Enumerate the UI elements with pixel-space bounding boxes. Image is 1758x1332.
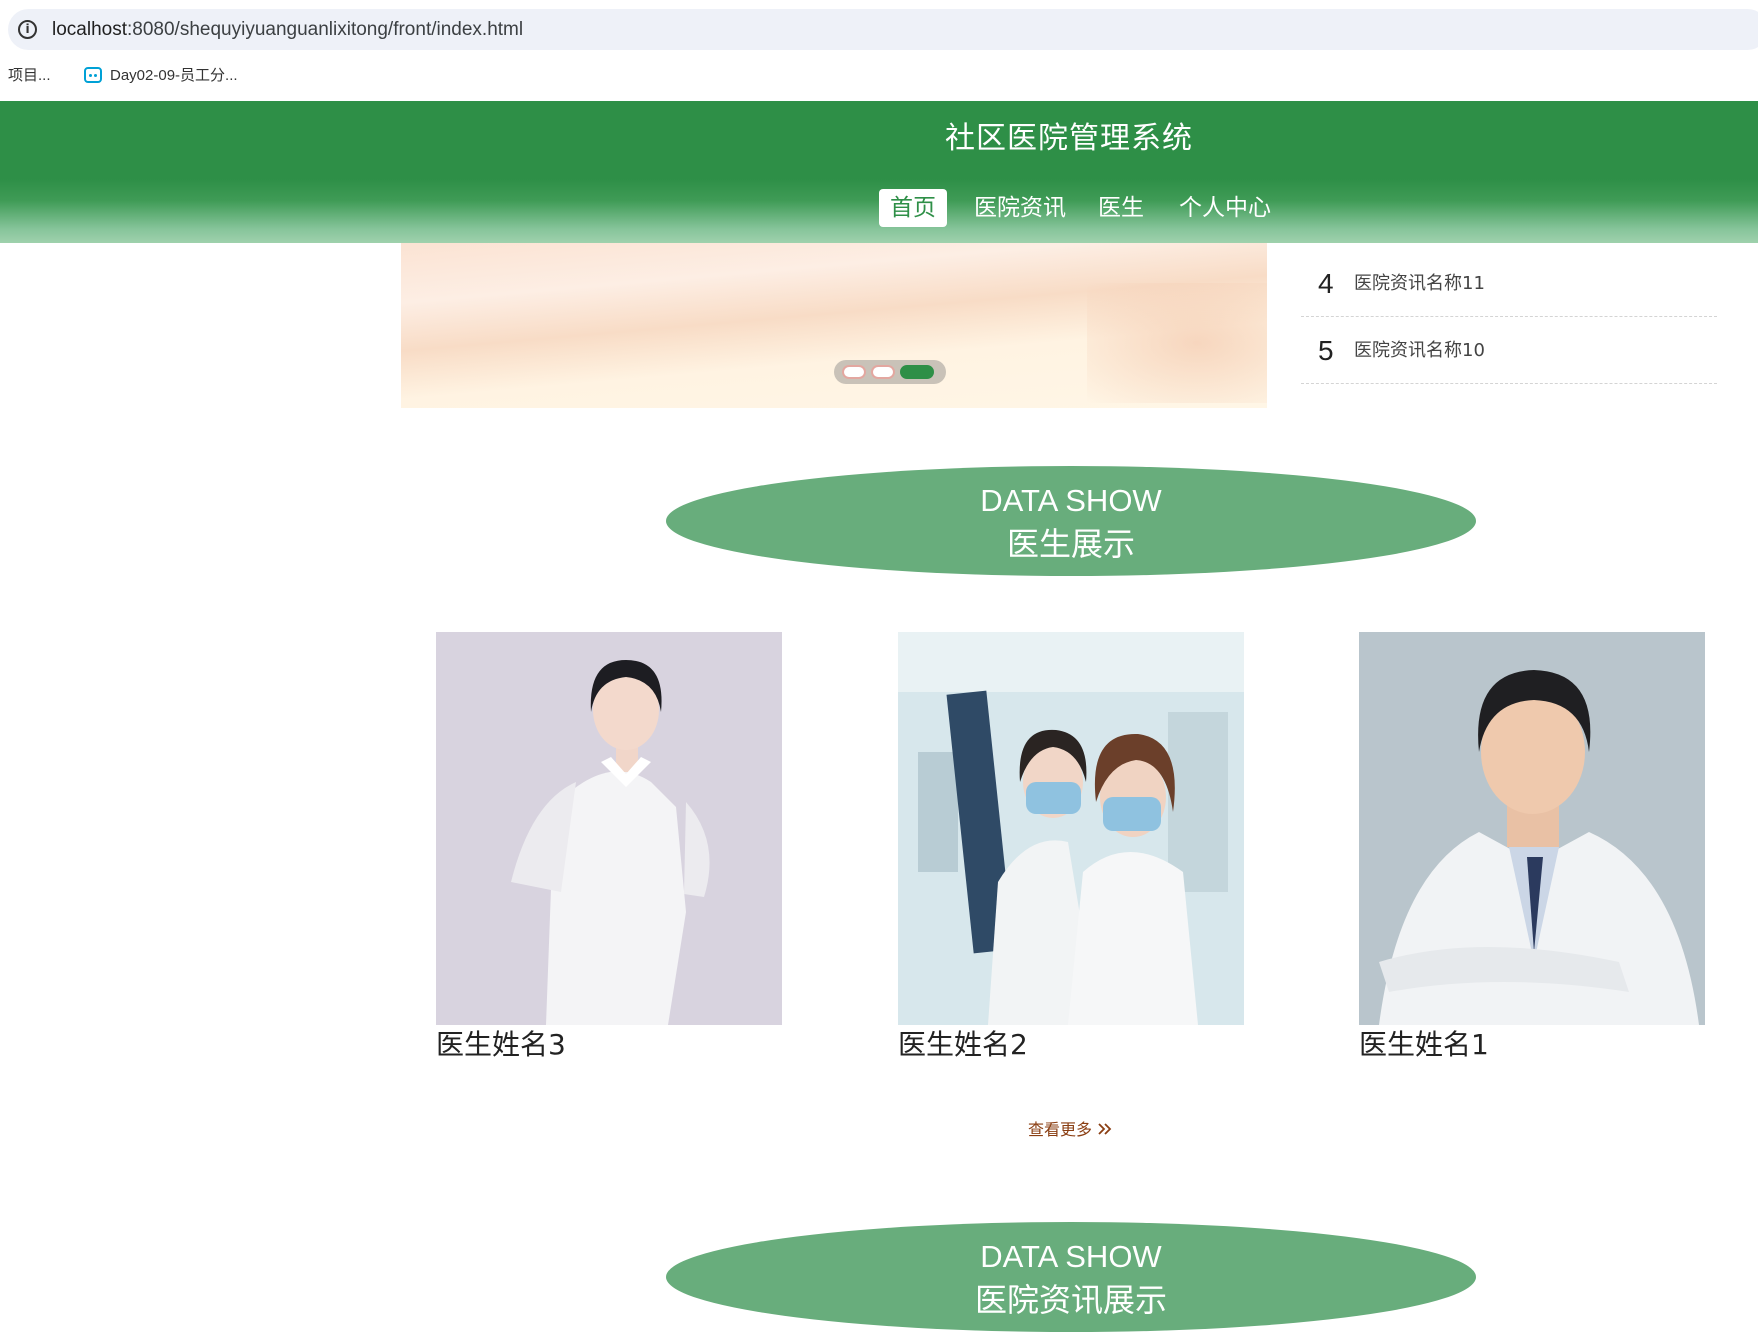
- doctor-photo-image: [436, 632, 782, 1025]
- news-list-item[interactable]: 4 医院资讯名称11: [1301, 250, 1717, 317]
- nav-news[interactable]: 医院资讯: [974, 189, 1066, 227]
- section-heading-cn: 医院资讯展示: [974, 1281, 1167, 1319]
- view-more-link[interactable]: 查看更多: [1028, 1119, 1113, 1141]
- carousel-dot[interactable]: [842, 365, 866, 379]
- doctor-card[interactable]: 医生姓名3: [436, 632, 782, 1063]
- url-path: :8080/shequyiyuanguanlixitong/front/inde…: [127, 19, 524, 40]
- address-bar[interactable]: i localhost:8080/shequyiyuanguanlixitong…: [8, 9, 1758, 50]
- info-icon[interactable]: i: [18, 20, 37, 39]
- news-section-heading: DATA SHOW 医院资讯展示: [666, 1222, 1476, 1332]
- browser-tab-strip: [0, 0, 1758, 8]
- doctor-card[interactable]: 医生姓名2: [898, 632, 1244, 1063]
- doctor-name[interactable]: 医生姓名3: [436, 1027, 782, 1063]
- doctor-name[interactable]: 医生姓名1: [1359, 1027, 1705, 1063]
- carousel-indicators: [834, 360, 946, 384]
- bookmark-label: 项目...: [8, 67, 51, 84]
- doctor-photo[interactable]: [436, 632, 782, 1025]
- nav-doctors[interactable]: 医生: [1098, 189, 1144, 227]
- section-heading-cn: 医生展示: [1006, 525, 1135, 563]
- doctor-photo-image: [898, 632, 1244, 1025]
- site-header: 社区医院管理系统 首页 医院资讯 医生 个人中心: [0, 101, 1758, 243]
- section-heading-en: DATA SHOW: [980, 1239, 1162, 1274]
- doctors-section-heading: DATA SHOW 医生展示: [666, 466, 1476, 576]
- news-title[interactable]: 医院资讯名称10: [1354, 339, 1485, 363]
- bookmarks-bar: 项目... Day02-09-员工分...: [0, 56, 1758, 96]
- bilibili-icon: [84, 67, 102, 83]
- carousel-dot[interactable]: [871, 365, 895, 379]
- doctor-photo[interactable]: [898, 632, 1244, 1025]
- double-chevron-right-icon: [1098, 1123, 1112, 1135]
- doctor-card[interactable]: 医生姓名1: [1359, 632, 1705, 1063]
- bookmark-item[interactable]: 项目...: [8, 66, 51, 86]
- view-more-label: 查看更多: [1028, 1120, 1093, 1139]
- section-heading-en: DATA SHOW: [980, 483, 1162, 518]
- news-title[interactable]: 医院资讯名称11: [1354, 272, 1485, 296]
- doctor-photo-image: [1359, 632, 1705, 1025]
- nav-profile[interactable]: 个人中心: [1179, 189, 1271, 227]
- url-host: localhost: [52, 19, 127, 40]
- nav-home[interactable]: 首页: [879, 189, 947, 227]
- carousel-dot-active[interactable]: [900, 365, 934, 379]
- bookmark-item[interactable]: Day02-09-员工分...: [84, 66, 238, 86]
- news-rank: 5: [1318, 335, 1334, 366]
- doctor-name[interactable]: 医生姓名2: [898, 1027, 1244, 1063]
- news-rank: 4: [1318, 268, 1334, 299]
- news-list: 4 医院资讯名称11 5 医院资讯名称10: [1301, 250, 1717, 384]
- site-title: 社区医院管理系统: [945, 121, 1193, 156]
- bookmark-label: Day02-09-员工分...: [110, 67, 238, 84]
- url-text[interactable]: localhost:8080/shequyiyuanguanlixitong/f…: [52, 19, 523, 41]
- doctor-photo[interactable]: [1359, 632, 1705, 1025]
- news-list-item[interactable]: 5 医院资讯名称10: [1301, 317, 1717, 384]
- banner-carousel[interactable]: [401, 243, 1267, 408]
